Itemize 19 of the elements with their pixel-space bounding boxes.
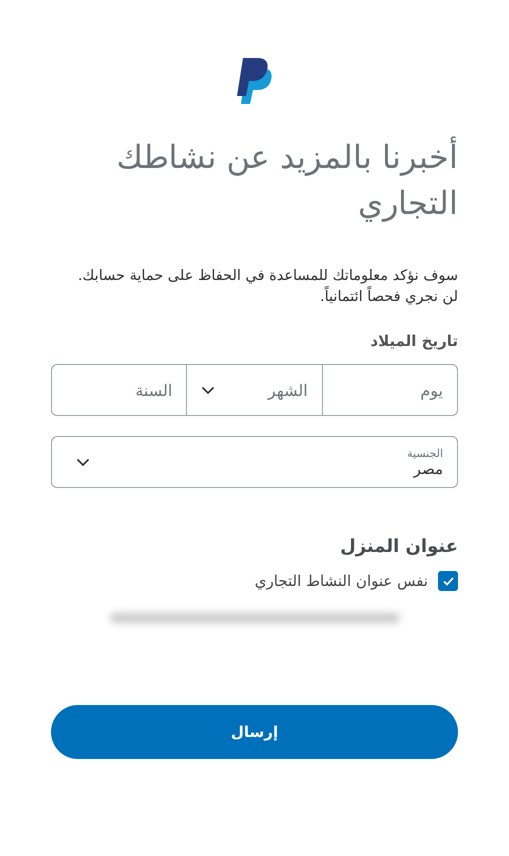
section-heading: عنوان المنزل [339, 536, 458, 557]
birth-date-field[interactable]: يوم الشهر السنة [51, 364, 458, 416]
date-field[interactable]: يوم [336, 365, 443, 415]
checkbox-label: نفس عنوان النشاط التجاري [254, 572, 428, 590]
chevron-down-icon [201, 386, 216, 394]
nationality-select[interactable]: الجنسية مصر [51, 436, 458, 488]
field-label: تاريخ الميلاد [369, 332, 458, 350]
date-field[interactable]: السنة [66, 365, 172, 415]
floating-label: الجنسية [407, 446, 443, 460]
checkmark-icon [442, 576, 454, 586]
page-title: أخبرنا بالمزيد عن نشاطك التجاري [115, 135, 458, 224]
intro-text: لن نجري فحصاً ائتمانياً. [51, 287, 458, 308]
select-value: مصر [412, 460, 443, 478]
logo-icon [236, 58, 274, 104]
chevron-down-icon [76, 458, 90, 466]
intro-text: سوف نؤكد معلوماتك للمساعدة في الحفاظ على حماية حسابك. [76, 267, 458, 286]
checkbox[interactable] [438, 571, 458, 591]
submit-button[interactable]: إرسال [51, 705, 458, 759]
month-select[interactable]: الشهر [186, 365, 322, 415]
